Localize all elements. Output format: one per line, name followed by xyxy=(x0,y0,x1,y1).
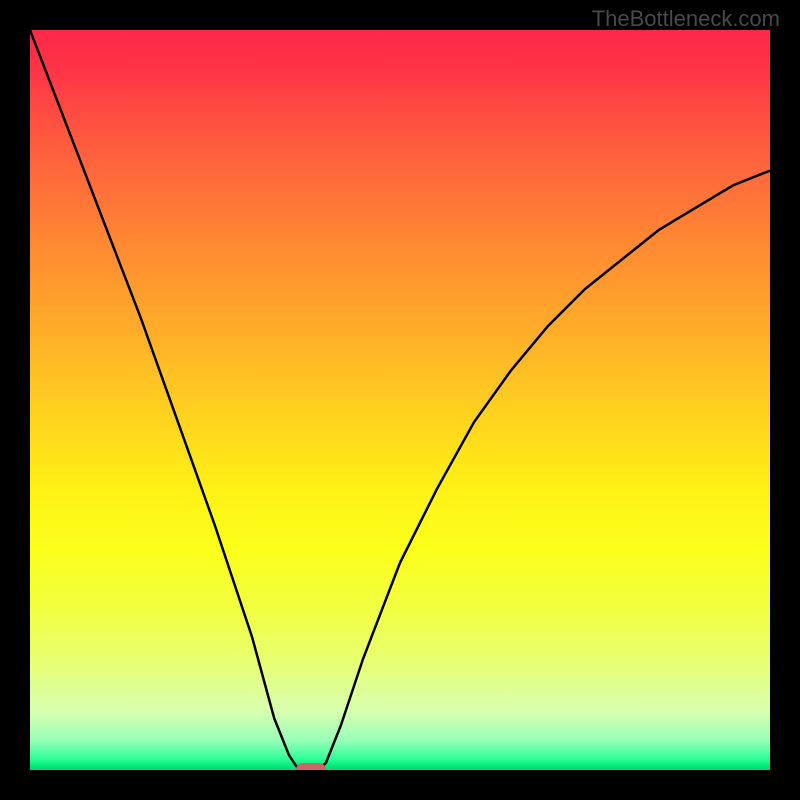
bottleneck-marker xyxy=(296,763,326,770)
curve-left-branch xyxy=(30,30,304,770)
watermark-text: TheBottleneck.com xyxy=(592,6,780,32)
chart-area xyxy=(30,30,770,770)
chart-curve-svg xyxy=(30,30,770,770)
curve-right-branch xyxy=(319,171,770,770)
